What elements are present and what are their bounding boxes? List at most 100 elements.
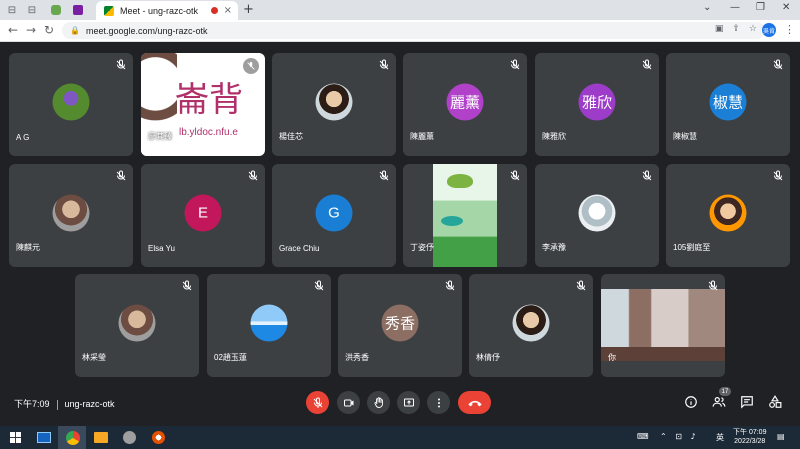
taskbar-app-icon[interactable] xyxy=(35,429,52,446)
tab-title: Meet - ung-razc-otk xyxy=(120,5,199,16)
tab-close-button[interactable]: × xyxy=(224,5,232,16)
back-icon[interactable]: ← xyxy=(8,23,18,37)
participant-tile-video[interactable]: 丁姿伃 xyxy=(403,164,527,267)
chat-button[interactable] xyxy=(738,393,756,411)
participant-tile[interactable]: 李承豫 xyxy=(535,164,659,267)
browser-tab-strip: ⊟ ⊟ Meet - ung-razc-otk × + ⌄ — ❐ ✕ xyxy=(0,0,800,20)
meet-favicon-icon xyxy=(104,5,114,16)
camera-in-use-icon[interactable]: ▣ xyxy=(715,24,724,34)
pinned-tab-icon[interactable]: ⊟ xyxy=(4,2,20,18)
lock-icon[interactable]: 🔒 xyxy=(70,26,80,35)
windows-logo-icon xyxy=(10,432,21,443)
taskbar-app-icon[interactable] xyxy=(150,429,167,446)
notifications-icon[interactable]: ▤ xyxy=(777,432,785,441)
participant-tile[interactable]: 麗薰 陳麗薰 xyxy=(403,53,527,156)
maximize-button[interactable]: ❐ xyxy=(756,2,765,13)
browser-menu-icon[interactable]: ⋮ xyxy=(784,23,795,36)
mic-off-icon xyxy=(247,61,255,70)
clock-time: 下午 07:09 xyxy=(733,429,767,436)
self-tile[interactable]: 你 xyxy=(601,274,725,377)
participant-name: 廖其臻 xyxy=(148,132,172,141)
participant-avatar: 雅欣 xyxy=(578,83,616,121)
participant-tile[interactable]: 楊佳芯 xyxy=(272,53,396,156)
file-explorer-icon[interactable] xyxy=(92,429,109,446)
profile-avatar[interactable]: 吳肯 xyxy=(762,23,776,37)
mic-off-icon xyxy=(445,280,455,291)
info-icon xyxy=(685,396,697,408)
present-screen-button[interactable] xyxy=(397,391,420,414)
participant-tile[interactable]: E Elsa Yu xyxy=(141,164,265,267)
participant-tile[interactable]: 椒慧 陳椒慧 xyxy=(666,53,790,156)
activities-button[interactable] xyxy=(766,393,784,411)
more-options-button[interactable] xyxy=(427,391,450,414)
app-window-icon xyxy=(36,432,51,443)
ime-indicator[interactable]: 英 xyxy=(716,432,724,443)
people-button[interactable] xyxy=(710,393,728,411)
participant-tile[interactable]: 林倩伃 xyxy=(469,274,593,377)
meeting-details-button[interactable] xyxy=(682,393,700,411)
mic-off-icon xyxy=(379,59,389,70)
participant-name: 陳麗薰 xyxy=(410,132,434,141)
app-generic-icon xyxy=(152,431,165,444)
chat-icon xyxy=(741,396,753,409)
participant-tile[interactable]: 陳麒元 xyxy=(9,164,133,267)
bookmark-star-icon[interactable]: ☆ xyxy=(749,24,757,34)
share-icon[interactable]: ⇪ xyxy=(732,24,740,34)
participant-tile[interactable]: A G xyxy=(9,53,133,156)
fish-image xyxy=(441,216,463,226)
participant-name: 洪秀香 xyxy=(345,353,369,362)
participant-tile[interactable]: 雅欣 陳雅欣 xyxy=(535,53,659,156)
system-tray-icons[interactable]: ⌃ ⊡ ♪ xyxy=(660,432,699,441)
mic-off-icon xyxy=(773,59,783,70)
participant-name: 你 xyxy=(608,353,616,362)
participant-tile[interactable]: 林采瑩 xyxy=(75,274,199,377)
address-bar[interactable]: 🔒 meet.google.com/ung-razc-otk ▣ ⇪ ☆ xyxy=(62,22,765,39)
pinned-tab-icon[interactable] xyxy=(70,2,86,18)
participant-name: 02趙玉蓮 xyxy=(214,353,247,362)
video-feed xyxy=(433,164,497,267)
pinned-tab-icon[interactable]: ⊟ xyxy=(24,2,40,18)
reload-icon[interactable]: ↻ xyxy=(44,23,54,37)
mic-toggle-button[interactable] xyxy=(306,391,329,414)
minimize-button[interactable]: — xyxy=(730,2,740,13)
recording-dot-icon xyxy=(210,7,218,14)
participant-name: 楊佳芯 xyxy=(279,132,303,141)
close-window-button[interactable]: ✕ xyxy=(782,2,790,13)
participant-tile[interactable]: G Grace Chiu xyxy=(272,164,396,267)
more-vert-icon xyxy=(437,398,440,407)
taskbar-clock[interactable]: 下午 07:09 2022/3/28 xyxy=(733,428,766,446)
participant-avatar xyxy=(250,304,288,342)
raise-hand-button[interactable] xyxy=(367,391,390,414)
camera-icon xyxy=(343,399,353,406)
tab-search-button[interactable]: ⌄ xyxy=(703,2,711,13)
participant-tile[interactable]: 秀香 洪秀香 xyxy=(338,274,462,377)
new-tab-button[interactable]: + xyxy=(243,2,254,17)
camera-toggle-button[interactable] xyxy=(337,391,360,414)
participant-name: 李承豫 xyxy=(542,243,566,252)
pinned-tab-icon[interactable] xyxy=(48,2,64,18)
participant-avatar: 麗薰 xyxy=(446,83,484,121)
participant-avatar xyxy=(512,304,550,342)
leave-call-button[interactable] xyxy=(458,391,491,414)
taskbar-app-icon[interactable] xyxy=(121,429,138,446)
participant-name: 丁姿伃 xyxy=(410,243,434,252)
windows-start-icon[interactable] xyxy=(7,429,24,446)
mic-off-icon xyxy=(642,170,652,181)
chrome-taskbar-icon[interactable] xyxy=(64,429,81,446)
participant-avatar xyxy=(52,83,90,121)
jellyfish-image xyxy=(447,174,473,188)
participant-tile-screen-share[interactable]: 崙背 lb.yldoc.nfu.e 廖其臻 xyxy=(141,53,265,156)
screen-share-url: lb.yldoc.nfu.e xyxy=(179,127,238,138)
participant-tile[interactable]: 105劉庭至 xyxy=(666,164,790,267)
mic-off-icon xyxy=(379,170,389,181)
keyboard-icon[interactable]: ⌨ xyxy=(637,432,649,441)
windows-taskbar: ⌨ ⌃ ⊡ ♪ 英 下午 07:09 2022/3/28 ▤ xyxy=(0,426,800,449)
divider xyxy=(56,399,58,410)
mic-off-icon xyxy=(116,59,126,70)
participant-tile[interactable]: 02趙玉蓮 xyxy=(207,274,331,377)
forward-icon[interactable]: → xyxy=(26,23,36,37)
participant-avatar: 椒慧 xyxy=(709,83,747,121)
browser-toolbar: ← → ↻ 🔒 meet.google.com/ung-razc-otk ▣ ⇪… xyxy=(0,20,800,42)
tab-meet[interactable]: Meet - ung-razc-otk × xyxy=(96,1,238,20)
participant-avatar xyxy=(315,83,353,121)
